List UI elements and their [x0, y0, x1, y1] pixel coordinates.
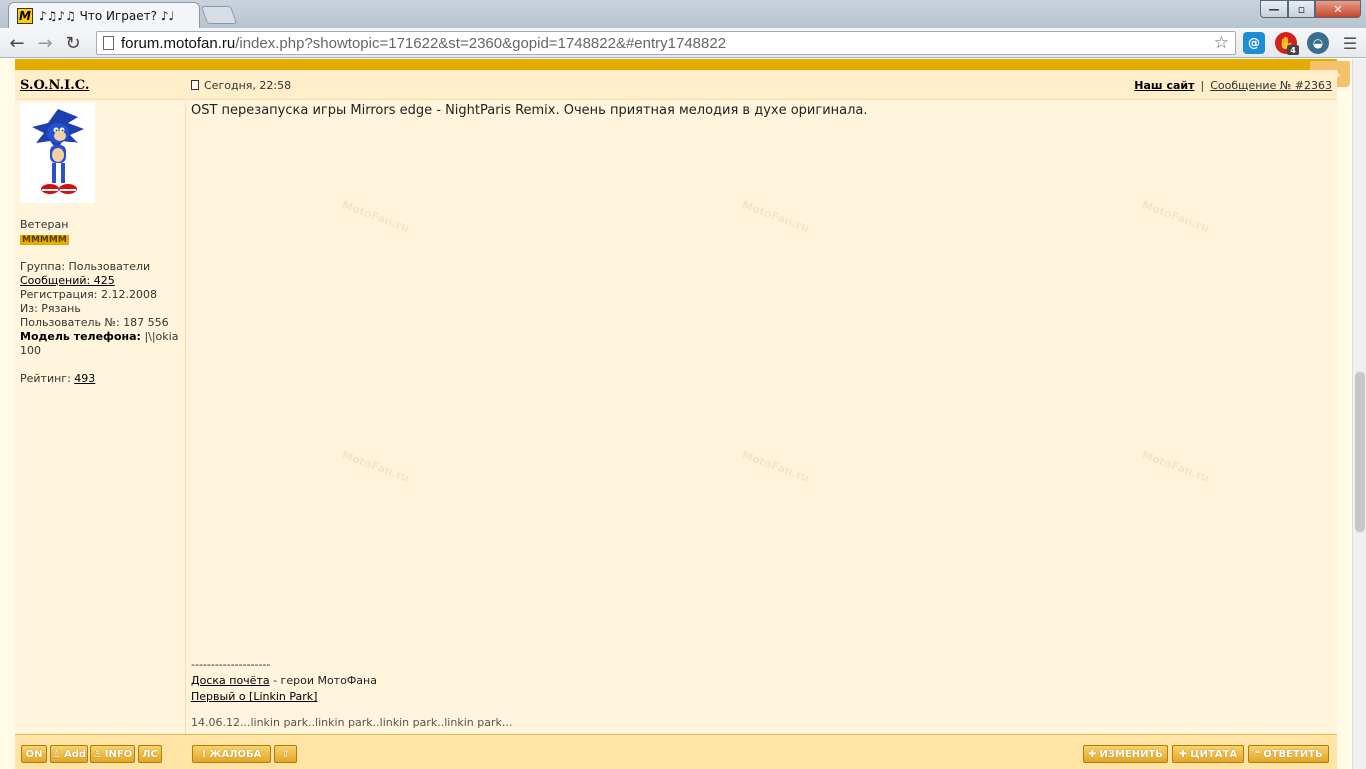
quote-button[interactable]: ✚ ЦИТАТА: [1172, 745, 1244, 763]
browser-tab[interactable]: M ♪♫♪♫ Что Играет? ♪♩: [8, 2, 200, 28]
warning-icon: !: [201, 748, 207, 760]
maximize-button[interactable]: ▫: [1288, 0, 1315, 18]
plus-icon: ✚: [1178, 748, 1188, 760]
page-viewport: 18+ MotoFan.ru MotoFan.ru MotoFan.ru Mot…: [0, 59, 1352, 769]
signature-divider: --------------------: [191, 658, 271, 671]
bookmark-star-icon[interactable]: ☆: [1214, 33, 1229, 53]
our-site-link[interactable]: Наш сайт: [1134, 79, 1194, 92]
motofan-favicon-icon: M: [17, 7, 33, 24]
scroll-top-button[interactable]: ⇧: [274, 745, 297, 763]
phone-label: Модель телефона:: [20, 330, 141, 343]
close-icon: ✕: [1333, 2, 1343, 16]
post-body: OST перезапуска игры Mirrors edge - Nigh…: [191, 103, 868, 118]
post-author-link[interactable]: S.O.N.I.C.: [20, 78, 89, 93]
user-number: Пользователь №: 187 556: [20, 316, 169, 329]
quote-label: ЦИТАТА: [1190, 748, 1238, 760]
browser-toolbar: ← → ↻ forum.motofan.ru/index.php?showtop…: [0, 28, 1366, 58]
top-strip: [15, 59, 1337, 70]
plus-icon: ✚: [1088, 748, 1097, 760]
user-icon: ♙: [51, 748, 61, 760]
watermark: MotoFan.ru: [339, 448, 411, 485]
complaint-button[interactable]: ! ЖАЛОБА: [192, 745, 271, 763]
rating-label: Рейтинг:: [20, 372, 71, 385]
watermark: MotoFan.ru: [339, 198, 411, 235]
location: Из: Рязань: [20, 302, 81, 315]
sonic-avatar-icon: [31, 109, 84, 194]
edit-button[interactable]: ✚ ИЗМЕНИТЬ: [1083, 745, 1168, 763]
author-sidebar: Ветеран MMMMM Группа: Пользователи Сообщ…: [15, 101, 186, 734]
back-button[interactable]: ←: [6, 32, 28, 54]
arrow-up-icon: ⇧: [281, 748, 290, 760]
browser-titlebar: M ♪♫♪♫ Что Играет? ♪♩ — ▫ ✕: [0, 0, 1366, 28]
signature-note: 14.06.12...linkin park..linkin park..lin…: [191, 716, 513, 729]
watermark: MotoFan.ru: [739, 198, 811, 235]
minimize-icon: —: [1268, 2, 1280, 16]
info-label: INFO: [104, 748, 133, 760]
add-friend-button[interactable]: ♙ Add: [50, 745, 88, 763]
group-label: Группа: Пользователи: [20, 260, 151, 273]
back-arrow-icon: ←: [9, 32, 25, 54]
url-path: /index.php?showtopic=171622&st=2360&gopi…: [235, 34, 727, 52]
complaint-label: ЖАЛОБА: [209, 748, 262, 760]
quote-marks-icon: ❝: [1254, 748, 1261, 760]
rating-link[interactable]: 493: [74, 372, 95, 385]
pm-label: ЛС: [142, 748, 158, 760]
post-date: Сегодня, 22:58: [204, 79, 292, 92]
online-label: ON: [25, 748, 43, 760]
hall-of-fame-text: - герои МотоФана: [269, 674, 377, 687]
post-header: S.O.N.I.C. Сегодня, 22:58 Наш сайт | Соо…: [15, 70, 1337, 100]
post-header-links: Наш сайт | Сообщение № #2363: [1134, 79, 1332, 92]
profile-info: Ветеран MMMMM Группа: Пользователи Сообщ…: [20, 218, 180, 386]
watermark: MotoFan.ru: [1139, 198, 1211, 235]
page-icon: [103, 36, 114, 50]
online-status-button[interactable]: ON: [21, 745, 47, 763]
forum-post: MotoFan.ru MotoFan.ru MotoFan.ru MotoFan…: [15, 70, 1337, 769]
edit-label: ИЗМЕНИТЬ: [1099, 748, 1163, 760]
menu-icon[interactable]: ☰: [1339, 32, 1361, 54]
post-icon: [191, 80, 199, 90]
shield-extension-icon[interactable]: ◒: [1307, 32, 1329, 54]
watermark: MotoFan.ru: [1139, 448, 1211, 485]
reply-label: ОТВЕТИТЬ: [1263, 748, 1323, 760]
header-separator: |: [1200, 79, 1205, 92]
new-tab-button[interactable]: [200, 6, 238, 24]
signature: -------------------- Доска почёта - геро…: [191, 657, 1331, 731]
add-label: Add: [63, 748, 87, 760]
scrollbar-thumb[interactable]: [1355, 372, 1365, 532]
info-button[interactable]: ♙ INFO: [90, 745, 135, 763]
posts-count-link[interactable]: Сообщений: 425: [20, 274, 180, 288]
pm-button[interactable]: ЛС: [138, 745, 162, 763]
avatar[interactable]: [20, 103, 95, 203]
rank-stars: MMMMM: [20, 235, 69, 245]
mail-extension-icon[interactable]: @: [1243, 32, 1265, 54]
forward-button[interactable]: →: [34, 32, 56, 54]
reload-icon: ↻: [65, 32, 81, 54]
extension-badge: 4: [1287, 45, 1299, 55]
reload-button[interactable]: ↻: [62, 32, 84, 54]
linkin-park-link[interactable]: Первый о [Linkin Park]: [191, 689, 1331, 705]
rank-label: Ветеран: [20, 218, 69, 231]
maximize-icon: ▫: [1297, 2, 1306, 16]
message-number-link[interactable]: Сообщение № #2363: [1210, 79, 1332, 92]
forward-arrow-icon: →: [37, 32, 53, 54]
user-icon: ♙: [92, 748, 102, 760]
hall-of-fame-link[interactable]: Доска почёта: [191, 674, 270, 687]
post-footer: ON ♙ Add ♙ INFO ЛС ! ЖАЛОБА ⇧ ✚ ИЗМЕНИТЬ ✚ ЦИ…: [15, 734, 1337, 769]
address-bar[interactable]: forum.motofan.ru/index.php?showtopic=171…: [96, 31, 1236, 55]
page-scrollbar[interactable]: [1352, 59, 1366, 769]
watermark: MotoFan.ru: [739, 448, 811, 485]
tab-title: ♪♫♪♫ Что Играет? ♪♩: [39, 8, 175, 23]
close-button[interactable]: ✕: [1315, 0, 1361, 18]
reply-button[interactable]: ❝ ОТВЕТИТЬ: [1248, 745, 1329, 763]
registration-date: Регистрация: 2.12.2008: [20, 288, 157, 301]
url-host: forum.motofan.ru: [121, 34, 236, 52]
minimize-button[interactable]: —: [1260, 0, 1288, 18]
